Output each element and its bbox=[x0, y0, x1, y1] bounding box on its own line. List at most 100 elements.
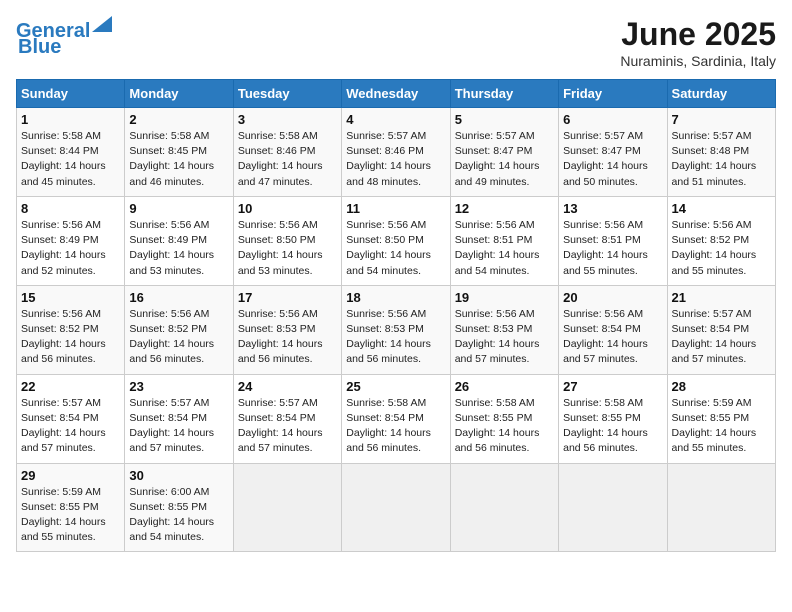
day-info: Sunrise: 5:57 AM Sunset: 8:48 PM Dayligh… bbox=[672, 129, 771, 190]
calendar-cell: 6 Sunrise: 5:57 AM Sunset: 8:47 PM Dayli… bbox=[559, 108, 667, 197]
calendar-cell: 9 Sunrise: 5:56 AM Sunset: 8:49 PM Dayli… bbox=[125, 196, 233, 285]
day-info: Sunrise: 5:56 AM Sunset: 8:49 PM Dayligh… bbox=[21, 218, 120, 279]
weekday-header-tuesday: Tuesday bbox=[233, 80, 341, 108]
day-number: 5 bbox=[455, 112, 554, 127]
day-number: 21 bbox=[672, 290, 771, 305]
calendar-cell: 7 Sunrise: 5:57 AM Sunset: 8:48 PM Dayli… bbox=[667, 108, 775, 197]
day-info: Sunrise: 5:57 AM Sunset: 8:47 PM Dayligh… bbox=[455, 129, 554, 190]
calendar-cell: 27 Sunrise: 5:58 AM Sunset: 8:55 PM Dayl… bbox=[559, 374, 667, 463]
calendar-cell: 23 Sunrise: 5:57 AM Sunset: 8:54 PM Dayl… bbox=[125, 374, 233, 463]
calendar-table: SundayMondayTuesdayWednesdayThursdayFrid… bbox=[16, 79, 776, 552]
calendar-cell: 19 Sunrise: 5:56 AM Sunset: 8:53 PM Dayl… bbox=[450, 285, 558, 374]
calendar-cell: 29 Sunrise: 5:59 AM Sunset: 8:55 PM Dayl… bbox=[17, 463, 125, 552]
day-info: Sunrise: 5:56 AM Sunset: 8:51 PM Dayligh… bbox=[563, 218, 662, 279]
day-number: 10 bbox=[238, 201, 337, 216]
day-info: Sunrise: 5:56 AM Sunset: 8:53 PM Dayligh… bbox=[238, 307, 337, 368]
calendar-week-row: 29 Sunrise: 5:59 AM Sunset: 8:55 PM Dayl… bbox=[17, 463, 776, 552]
day-info: Sunrise: 5:56 AM Sunset: 8:54 PM Dayligh… bbox=[563, 307, 662, 368]
day-number: 12 bbox=[455, 201, 554, 216]
day-number: 25 bbox=[346, 379, 445, 394]
day-number: 19 bbox=[455, 290, 554, 305]
day-number: 3 bbox=[238, 112, 337, 127]
day-info: Sunrise: 5:58 AM Sunset: 8:55 PM Dayligh… bbox=[455, 396, 554, 457]
day-info: Sunrise: 5:57 AM Sunset: 8:46 PM Dayligh… bbox=[346, 129, 445, 190]
weekday-header-friday: Friday bbox=[559, 80, 667, 108]
day-info: Sunrise: 5:58 AM Sunset: 8:54 PM Dayligh… bbox=[346, 396, 445, 457]
day-info: Sunrise: 5:56 AM Sunset: 8:50 PM Dayligh… bbox=[346, 218, 445, 279]
calendar-cell bbox=[342, 463, 450, 552]
calendar-cell: 30 Sunrise: 6:00 AM Sunset: 8:55 PM Dayl… bbox=[125, 463, 233, 552]
day-number: 2 bbox=[129, 112, 228, 127]
calendar-cell: 5 Sunrise: 5:57 AM Sunset: 8:47 PM Dayli… bbox=[450, 108, 558, 197]
calendar-cell: 16 Sunrise: 5:56 AM Sunset: 8:52 PM Dayl… bbox=[125, 285, 233, 374]
day-info: Sunrise: 5:57 AM Sunset: 8:54 PM Dayligh… bbox=[672, 307, 771, 368]
day-info: Sunrise: 5:57 AM Sunset: 8:47 PM Dayligh… bbox=[563, 129, 662, 190]
calendar-cell: 13 Sunrise: 5:56 AM Sunset: 8:51 PM Dayl… bbox=[559, 196, 667, 285]
day-info: Sunrise: 5:56 AM Sunset: 8:52 PM Dayligh… bbox=[21, 307, 120, 368]
calendar-cell: 1 Sunrise: 5:58 AM Sunset: 8:44 PM Dayli… bbox=[17, 108, 125, 197]
day-number: 29 bbox=[21, 468, 120, 483]
day-number: 1 bbox=[21, 112, 120, 127]
day-info: Sunrise: 5:58 AM Sunset: 8:55 PM Dayligh… bbox=[563, 396, 662, 457]
day-number: 11 bbox=[346, 201, 445, 216]
day-number: 4 bbox=[346, 112, 445, 127]
calendar-week-row: 1 Sunrise: 5:58 AM Sunset: 8:44 PM Dayli… bbox=[17, 108, 776, 197]
day-number: 6 bbox=[563, 112, 662, 127]
day-number: 13 bbox=[563, 201, 662, 216]
day-info: Sunrise: 5:59 AM Sunset: 8:55 PM Dayligh… bbox=[21, 485, 120, 546]
day-number: 16 bbox=[129, 290, 228, 305]
logo-blue: Blue bbox=[18, 36, 61, 58]
calendar-cell: 25 Sunrise: 5:58 AM Sunset: 8:54 PM Dayl… bbox=[342, 374, 450, 463]
day-info: Sunrise: 5:57 AM Sunset: 8:54 PM Dayligh… bbox=[238, 396, 337, 457]
calendar-cell: 2 Sunrise: 5:58 AM Sunset: 8:45 PM Dayli… bbox=[125, 108, 233, 197]
day-info: Sunrise: 5:59 AM Sunset: 8:55 PM Dayligh… bbox=[672, 396, 771, 457]
day-number: 22 bbox=[21, 379, 120, 394]
calendar-cell: 17 Sunrise: 5:56 AM Sunset: 8:53 PM Dayl… bbox=[233, 285, 341, 374]
calendar-cell: 18 Sunrise: 5:56 AM Sunset: 8:53 PM Dayl… bbox=[342, 285, 450, 374]
calendar-cell: 26 Sunrise: 5:58 AM Sunset: 8:55 PM Dayl… bbox=[450, 374, 558, 463]
calendar-cell: 28 Sunrise: 5:59 AM Sunset: 8:55 PM Dayl… bbox=[667, 374, 775, 463]
calendar-cell: 11 Sunrise: 5:56 AM Sunset: 8:50 PM Dayl… bbox=[342, 196, 450, 285]
day-number: 9 bbox=[129, 201, 228, 216]
day-info: Sunrise: 5:58 AM Sunset: 8:44 PM Dayligh… bbox=[21, 129, 120, 190]
calendar-cell bbox=[450, 463, 558, 552]
day-number: 27 bbox=[563, 379, 662, 394]
page-header: General Blue June 2025 Nuraminis, Sardin… bbox=[16, 16, 776, 69]
calendar-week-row: 22 Sunrise: 5:57 AM Sunset: 8:54 PM Dayl… bbox=[17, 374, 776, 463]
day-number: 7 bbox=[672, 112, 771, 127]
weekday-header-wednesday: Wednesday bbox=[342, 80, 450, 108]
calendar-cell bbox=[559, 463, 667, 552]
calendar-cell: 12 Sunrise: 5:56 AM Sunset: 8:51 PM Dayl… bbox=[450, 196, 558, 285]
day-number: 17 bbox=[238, 290, 337, 305]
weekday-header-row: SundayMondayTuesdayWednesdayThursdayFrid… bbox=[17, 80, 776, 108]
day-info: Sunrise: 5:56 AM Sunset: 8:50 PM Dayligh… bbox=[238, 218, 337, 279]
day-info: Sunrise: 5:57 AM Sunset: 8:54 PM Dayligh… bbox=[129, 396, 228, 457]
calendar-cell: 21 Sunrise: 5:57 AM Sunset: 8:54 PM Dayl… bbox=[667, 285, 775, 374]
calendar-cell: 15 Sunrise: 5:56 AM Sunset: 8:52 PM Dayl… bbox=[17, 285, 125, 374]
day-info: Sunrise: 6:00 AM Sunset: 8:55 PM Dayligh… bbox=[129, 485, 228, 546]
title-block: June 2025 Nuraminis, Sardinia, Italy bbox=[620, 16, 776, 69]
logo: General Blue bbox=[16, 16, 112, 58]
day-number: 26 bbox=[455, 379, 554, 394]
day-info: Sunrise: 5:58 AM Sunset: 8:46 PM Dayligh… bbox=[238, 129, 337, 190]
weekday-header-thursday: Thursday bbox=[450, 80, 558, 108]
day-info: Sunrise: 5:56 AM Sunset: 8:52 PM Dayligh… bbox=[672, 218, 771, 279]
calendar-cell: 24 Sunrise: 5:57 AM Sunset: 8:54 PM Dayl… bbox=[233, 374, 341, 463]
day-number: 20 bbox=[563, 290, 662, 305]
day-number: 18 bbox=[346, 290, 445, 305]
calendar-cell: 20 Sunrise: 5:56 AM Sunset: 8:54 PM Dayl… bbox=[559, 285, 667, 374]
calendar-cell: 14 Sunrise: 5:56 AM Sunset: 8:52 PM Dayl… bbox=[667, 196, 775, 285]
calendar-title: June 2025 bbox=[620, 16, 776, 53]
day-info: Sunrise: 5:58 AM Sunset: 8:45 PM Dayligh… bbox=[129, 129, 228, 190]
calendar-cell: 3 Sunrise: 5:58 AM Sunset: 8:46 PM Dayli… bbox=[233, 108, 341, 197]
day-number: 8 bbox=[21, 201, 120, 216]
day-info: Sunrise: 5:56 AM Sunset: 8:52 PM Dayligh… bbox=[129, 307, 228, 368]
calendar-cell: 8 Sunrise: 5:56 AM Sunset: 8:49 PM Dayli… bbox=[17, 196, 125, 285]
calendar-cell: 4 Sunrise: 5:57 AM Sunset: 8:46 PM Dayli… bbox=[342, 108, 450, 197]
calendar-week-row: 15 Sunrise: 5:56 AM Sunset: 8:52 PM Dayl… bbox=[17, 285, 776, 374]
calendar-cell bbox=[233, 463, 341, 552]
day-number: 24 bbox=[238, 379, 337, 394]
day-number: 15 bbox=[21, 290, 120, 305]
calendar-week-row: 8 Sunrise: 5:56 AM Sunset: 8:49 PM Dayli… bbox=[17, 196, 776, 285]
day-info: Sunrise: 5:57 AM Sunset: 8:54 PM Dayligh… bbox=[21, 396, 120, 457]
